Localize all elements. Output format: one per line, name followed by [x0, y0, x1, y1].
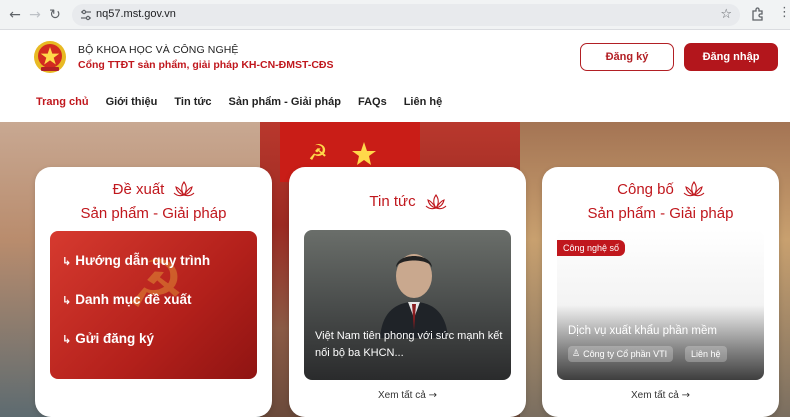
news-caption[interactable]: Việt Nam tiên phong với sức mạnh kết nối…	[315, 328, 505, 362]
arrow-return-icon: ↳	[62, 333, 72, 346]
announce-title-line1: Công bố	[617, 181, 674, 198]
arrow-return-icon: ↳	[62, 255, 72, 268]
forward-icon[interactable]: →	[26, 6, 44, 24]
proposal-links-panel: ☭ ↳ Hướng dẫn quy trình ↳ Danh mục đề xuất…	[50, 231, 257, 379]
news-item[interactable]: Việt Nam tiên phong với sức mạnh kết nối…	[304, 230, 511, 380]
menu-item-news[interactable]: Tin tức	[174, 96, 211, 108]
proposal-title-line2: Sản phẩm - Giải pháp	[80, 205, 227, 222]
lotus-icon	[425, 194, 447, 210]
arrow-right-icon: →	[681, 390, 690, 401]
proposal-title-line1: Đề xuất	[112, 181, 165, 198]
arrow-return-icon: ↳	[62, 294, 72, 307]
menu-item-contact[interactable]: Liên hệ	[404, 96, 443, 108]
address-bar[interactable]: nq57.mst.gov.vn ☆	[72, 4, 740, 26]
menu-item-home[interactable]: Trang chủ	[36, 96, 89, 108]
arrow-right-icon: →	[428, 390, 437, 401]
national-emblem-logo[interactable]	[33, 40, 67, 74]
company-icon: ♙	[572, 349, 581, 359]
extensions-icon[interactable]	[750, 6, 766, 22]
portal-name: Cổng TTĐT sản phẩm, giải pháp KH-CN-ĐMST…	[78, 59, 334, 71]
menu-item-faqs[interactable]: FAQs	[358, 96, 387, 108]
category-tag[interactable]: Công nghệ số	[557, 240, 626, 256]
browser-toolbar: ← → ↻ nq57.mst.gov.vn ☆ ⋮	[0, 0, 790, 30]
site-settings-icon[interactable]	[80, 9, 92, 21]
bookmark-star-icon[interactable]: ☆	[720, 7, 732, 22]
news-see-all-link[interactable]: Xem tất cả →	[289, 390, 526, 401]
reload-icon[interactable]: ↻	[46, 6, 64, 24]
url-text[interactable]: nq57.mst.gov.vn	[96, 8, 176, 20]
menu-item-about[interactable]: Giới thiệu	[106, 96, 158, 108]
company-chip[interactable]: ♙ Công ty Cổ phần VTI	[568, 346, 674, 362]
menu-dots-icon[interactable]: ⋮	[778, 5, 790, 20]
svg-text:☭: ☭	[308, 141, 328, 166]
proposal-link-guide[interactable]: ↳ Hướng dẫn quy trình	[62, 253, 210, 268]
proposal-link-list[interactable]: ↳ Danh mục đề xuất	[62, 292, 192, 307]
menu-item-products[interactable]: Sản phẩm - Giải pháp	[229, 96, 341, 108]
login-button[interactable]: Đăng nhập	[684, 43, 778, 71]
news-card: Tin tức Việt Nam tiên phong với sức mạnh…	[289, 167, 526, 417]
lotus-icon	[683, 181, 705, 197]
news-title: Tin tức	[369, 193, 416, 210]
announce-title-line2: Sản phẩm - Giải pháp	[587, 205, 734, 222]
news-photo	[380, 254, 448, 338]
ministry-name: BỘ KHOA HỌC VÀ CÔNG NGHỆ	[78, 44, 239, 56]
announce-see-all-link[interactable]: Xem tất cả →	[542, 390, 779, 401]
proposal-card: Đề xuất Sản phẩm - Giải pháp ☭ ↳ Hướng dẫ…	[35, 167, 272, 417]
announce-item-title[interactable]: Dịch vụ xuất khẩu phần mềm	[568, 325, 717, 337]
announce-item[interactable]: Công nghệ số Dịch vụ xuất khẩu phần mềm …	[557, 230, 764, 380]
back-icon[interactable]: ←	[6, 6, 24, 24]
contact-chip[interactable]: Liên hệ	[685, 346, 727, 362]
proposal-link-submit[interactable]: ↳ Gửi đăng ký	[62, 331, 154, 346]
main-menu: Trang chủ Giới thiệu Tin tức Sản phẩm - …	[36, 96, 459, 108]
announce-card: Công bố Sản phẩm - Giải pháp Công nghệ s…	[542, 167, 779, 417]
register-button[interactable]: Đăng ký	[580, 43, 674, 71]
